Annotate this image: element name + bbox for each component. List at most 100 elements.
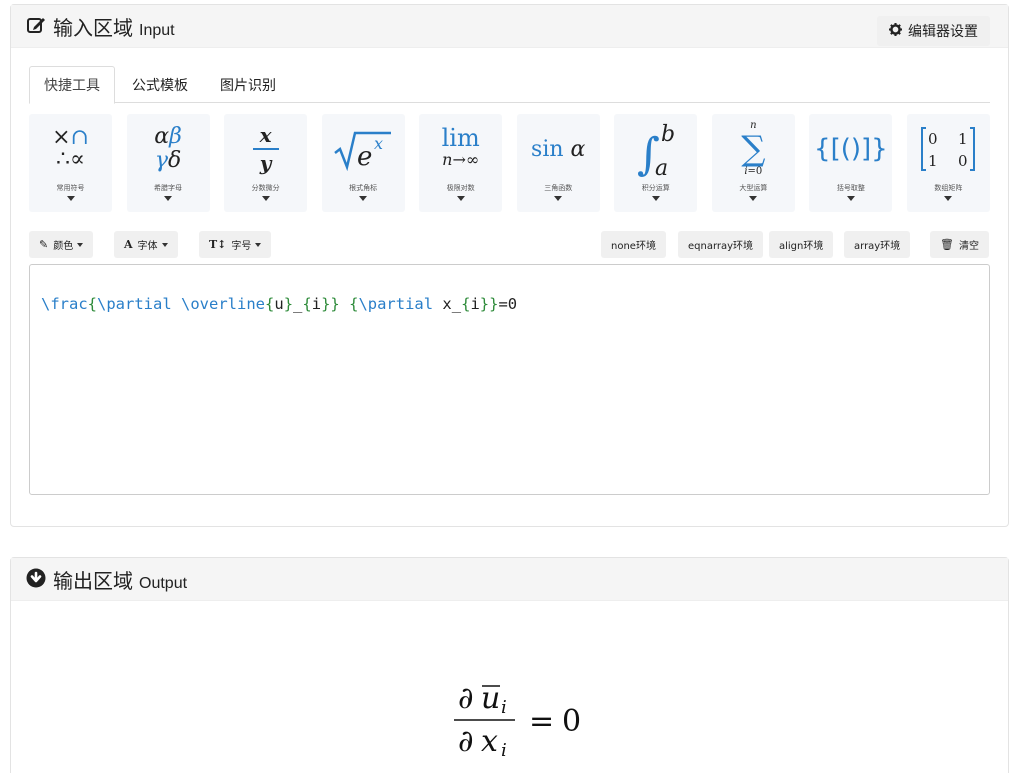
color-label: 颜色 [53,241,74,252]
font-size-label: 字号 [231,241,252,252]
tab-image-recognition[interactable]: 图片识别 [205,66,291,103]
editor-token: x [433,295,452,313]
gear-icon [889,22,902,40]
numerator-partial: ∂ [458,681,474,716]
font-icon: A [124,238,133,251]
tool-label: 分数微分 [251,184,280,192]
color-dropdown[interactable]: ✎ 颜色 [29,231,94,258]
denominator-partial: ∂ [458,724,474,758]
arrow-circle-down-icon [25,567,47,589]
tool-greek-letters[interactable]: αβ γδ 希腊字母 [126,114,210,212]
tool-integral[interactable]: ∫ b a 积分运算 [614,114,698,212]
clear-label: 清空 [958,241,979,252]
tool-label: 希腊字母 [154,184,183,192]
input-title-en: Input [139,21,175,39]
output-panel-header: 输出区域 Output [11,558,1008,601]
editor-token: =0 [498,295,518,313]
chevron-down-icon [554,196,563,201]
editor-settings-label: 编辑器设置 [908,24,978,40]
common-symbols-icon: ×∩ ∴∝ [52,125,89,172]
tool-label: 常用符号 [56,184,85,192]
rendered-formula: ∂ u i ∂ x i = 0 [452,674,592,762]
editor-token: i [470,295,480,313]
svg-text:x: x [374,134,383,153]
editor-token: { [87,295,98,313]
svg-text:1: 1 [928,152,938,170]
output-panel: 输出区域 Output ∂ u i ∂ x i = 0 [10,557,1009,773]
svg-text:b: b [661,122,675,147]
editor-token: u [274,295,284,313]
tool-radical[interactable]: e x 根式角标 [321,114,405,212]
editor-token: }} [479,295,499,313]
clear-button[interactable]: 🗑 清空 [930,231,989,258]
editor-token: \partial [97,295,172,313]
editor-token [340,295,349,313]
fraction-icon: x y [224,118,307,180]
env-align-button[interactable]: align环境 [769,231,834,258]
text-height-icon: T↕ [209,238,227,251]
tab-quick-tools[interactable]: 快捷工具 [29,66,115,104]
editor-token: } [283,295,294,313]
tool-common-symbols[interactable]: ×∩ ∴∝ 常用符号 [29,114,112,212]
tool-label: 根式角标 [349,184,378,192]
quick-tools-row: ×∩ ∴∝ 常用符号 αβ γδ 希腊字母 x y 分数微分 e x 根式角标 … [29,114,990,212]
latex-editor[interactable]: \frac{\partial \overline{u}_{i}} {\parti… [29,264,990,495]
chevron-down-icon [77,242,84,247]
input-panel-header: 输入区域 Input 编辑器设置 [11,5,1008,48]
font-size-dropdown[interactable]: T↕ 字号 [199,231,272,258]
trash-icon: 🗑 [940,238,954,251]
integral-icon: ∫ b a [614,118,697,180]
radical-icon: e x [322,118,405,180]
tool-brackets[interactable]: {[()]} 括号取整 [809,114,893,212]
editor-token: { [302,295,312,313]
input-panel: 输入区域 Input 编辑器设置 快捷工具 公式模板 图片识别 ×∩ ∴∝ 常用… [10,4,1009,527]
svg-text:0: 0 [958,152,968,170]
editor-token: _ [293,295,303,313]
tool-sum[interactable]: n ∑ i=0 大型运算 [711,114,795,212]
chevron-down-icon [846,196,855,201]
tool-trig[interactable]: sin α 三角函数 [516,114,600,212]
output-title-en: Output [139,574,188,592]
denominator-sub: i [501,740,507,758]
brush-icon: ✎ [39,238,49,251]
editor-settings-button[interactable]: 编辑器设置 [877,16,990,46]
rhs-zero: 0 [562,704,581,739]
font-label: 字体 [137,241,158,252]
numerator-sub: i [501,697,507,718]
env-eqnarray-button[interactable]: eqnarray环境 [678,231,764,258]
limit-icon: lim n→∞ [441,124,480,169]
env-array-button[interactable]: array环境 [844,231,911,258]
editor-token: { [265,295,275,313]
numerator-var: u [481,681,500,716]
env-none-button[interactable]: none环境 [601,231,666,258]
equals-sign: = [529,704,554,739]
svg-text:a: a [655,156,668,179]
chevron-down-icon [66,196,75,201]
env-align-label: align环境 [779,241,824,252]
chevron-down-icon [456,196,465,201]
greek-letters-icon: αβ γδ [154,124,182,173]
tab-formula-templates[interactable]: 公式模板 [117,66,203,103]
chevron-down-icon [255,242,262,247]
env-array-label: array环境 [854,241,901,252]
denominator-var: x [481,724,498,758]
env-eqnarray-label: eqnarray环境 [688,241,754,252]
chevron-down-icon [164,196,173,201]
font-dropdown[interactable]: A 字体 [114,231,178,258]
editor-token: \overline [181,295,266,313]
editor-token: \frac [41,295,88,313]
tool-fraction[interactable]: x y 分数微分 [224,114,308,212]
input-panel-title: 输入区域 Input [25,12,175,41]
tool-limit[interactable]: lim n→∞ 极限对数 [419,114,503,212]
tool-matrix[interactable]: 0 1 1 0 数组矩阵 [906,114,990,212]
tool-label: 积分运算 [641,184,670,192]
output-render-area: ∂ u i ∂ x i = 0 [11,601,1008,773]
editor-token: \partial [358,295,434,313]
editor-token: i [311,295,322,313]
editor-token [172,295,181,313]
trig-icon: sin α [531,136,586,162]
tool-label: 极限对数 [446,184,475,192]
tool-label: 三角函数 [544,184,573,192]
brackets-icon: {[()]} [814,134,888,164]
output-panel-title: 输出区域 Output [25,565,187,594]
